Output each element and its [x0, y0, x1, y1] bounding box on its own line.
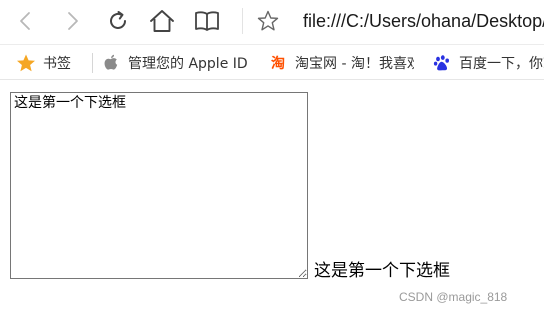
browser-toolbar: file:///C:/Users/ohana/Desktop/	[0, 0, 544, 42]
bookmarks-divider	[92, 53, 93, 73]
forward-button[interactable]	[56, 5, 88, 37]
star-filled-icon	[16, 53, 36, 73]
toolbar-divider	[242, 8, 243, 34]
bookmark-item-taobao[interactable]: 淘 淘宝网 - 淘！我喜欢	[268, 45, 414, 81]
reader-button[interactable]	[191, 5, 223, 37]
book-icon	[195, 11, 219, 31]
bookmark-label: 淘宝网 - 淘！我喜欢	[295, 56, 414, 72]
reload-button[interactable]	[102, 5, 134, 37]
textarea-side-label: 这是第一个下选框	[314, 261, 450, 281]
bookmark-label: 管理您的 Apple ID	[128, 56, 248, 72]
taobao-icon: 淘	[271, 56, 285, 72]
bookmark-item-bookmarks[interactable]: 书签	[16, 45, 86, 81]
star-outline-icon	[257, 10, 279, 31]
favorite-button[interactable]	[252, 5, 284, 37]
home-button[interactable]	[146, 5, 178, 37]
chevron-right-icon	[68, 12, 78, 30]
bookmark-label: 书签	[43, 56, 71, 72]
home-icon	[150, 10, 174, 32]
chevron-left-icon	[20, 12, 30, 30]
watermark-text: CSDN @magic_818	[399, 290, 508, 304]
bookmarks-bar: 书签 管理您的 Apple ID 淘 淘宝网 - 淘！我喜欢 百度一下，你就知道	[0, 44, 544, 80]
reload-icon	[110, 11, 126, 29]
bookmark-item-baidu[interactable]: 百度一下，你就知道	[432, 45, 544, 81]
bookmark-item-apple-id[interactable]: 管理您的 Apple ID	[101, 45, 251, 81]
apple-icon	[101, 53, 121, 73]
baidu-paw-icon	[432, 53, 452, 73]
address-bar[interactable]: file:///C:/Users/ohana/Desktop/	[303, 9, 544, 33]
back-button[interactable]	[10, 5, 42, 37]
demo-textarea[interactable]: 这是第一个下选框	[10, 92, 308, 279]
bookmark-label: 百度一下，你就知道	[459, 56, 544, 72]
